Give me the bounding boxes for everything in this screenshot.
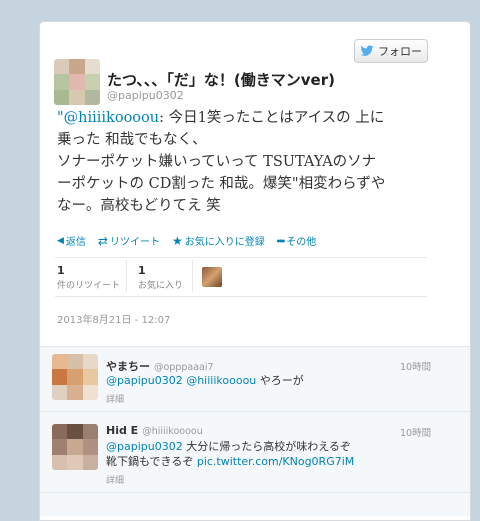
reply-detail-link[interactable]: 詳細 — [106, 392, 124, 405]
author-handle[interactable]: @papipu0302 — [107, 89, 184, 102]
reply-action[interactable]: ◀ 返信 — [57, 233, 86, 249]
mention-link[interactable]: @papipu0302 — [106, 440, 183, 453]
reply-time[interactable]: 10時間 — [400, 359, 431, 373]
reply-time[interactable]: 10時間 — [400, 425, 431, 439]
tweet-line: "@hiiiikoooou: 今日1笑ったことはアイスの 上に — [57, 110, 385, 126]
reply-text: @papipu0302 大分に帰ったら高校が味わえるぞ 靴下鍋もできるぞ pic… — [106, 440, 355, 468]
retweet-action[interactable]: ⇄ リツイート — [97, 233, 160, 249]
divider — [40, 411, 470, 412]
reply-icon: ◀ — [57, 235, 64, 246]
tweet-line: 乗った 和哉でもなく、 — [57, 132, 207, 148]
reply-detail-link[interactable]: 詳細 — [106, 473, 124, 486]
tweet-actions: ◀ 返信 ⇄ リツイート ★ お気に入りに登録 ●●● その他 — [57, 233, 316, 249]
retweet-icon: ⇄ — [97, 233, 108, 248]
tweet-line: ソナーポケット嫌いっていって TSUTAYAのソナ — [57, 154, 377, 170]
favorite-star-icon: ★ — [171, 233, 183, 248]
divider — [192, 260, 193, 292]
tweet-date[interactable]: 2013年8月21日 - 12:07 — [57, 311, 170, 326]
more-action[interactable]: ●●● その他 — [277, 233, 316, 248]
reply-avatar[interactable] — [52, 424, 98, 470]
divider — [40, 346, 470, 347]
mention-link[interactable]: "@hiiiikoooou — [57, 110, 159, 126]
favorite-stat[interactable]: 1 お気に入り — [138, 264, 183, 291]
favorite-action[interactable]: ★ お気に入りに登録 — [171, 233, 265, 249]
reply-author[interactable]: やまちー @opppaaai7 — [106, 358, 214, 374]
divider — [40, 492, 470, 493]
mention-link[interactable]: @papipu0302 @hiiiikoooou — [106, 374, 256, 387]
reply-author[interactable]: Hid E @hiiiikoooou — [106, 424, 203, 437]
divider — [126, 260, 127, 292]
reply-text: @papipu0302 @hiiiikoooou やろーが — [106, 374, 304, 387]
divider — [55, 257, 427, 258]
reply-avatar[interactable] — [52, 354, 98, 400]
author-name[interactable]: たつ、、、「だ」な！(働きマンver) — [107, 69, 335, 90]
twitter-bird-icon — [360, 45, 374, 56]
more-dots-icon: ●●● — [276, 237, 286, 243]
retweet-stat[interactable]: 1 件のリツイート — [57, 264, 120, 291]
tweet-line: ーポケットの CD割った 和哉。爆笑"相変わらずや — [57, 176, 386, 192]
pic-link[interactable]: pic.twitter.com/KNog0RG7iM — [197, 455, 354, 468]
tweet-text: "@hiiiikoooou: 今日1笑ったことはアイスの 上に 乗った 和哉でも… — [57, 107, 427, 217]
replies-section: やまちー @opppaaai7 10時間 @papipu0302 @hiiiiko… — [40, 346, 470, 516]
follow-button-label: フォロー — [378, 45, 422, 58]
tweet-line: なー。高校もどりてえ 笑 — [57, 198, 221, 214]
author-avatar[interactable] — [54, 59, 100, 105]
favoriter-avatar[interactable] — [202, 267, 222, 287]
follow-button[interactable]: フォロー — [354, 39, 428, 63]
divider — [55, 296, 427, 297]
